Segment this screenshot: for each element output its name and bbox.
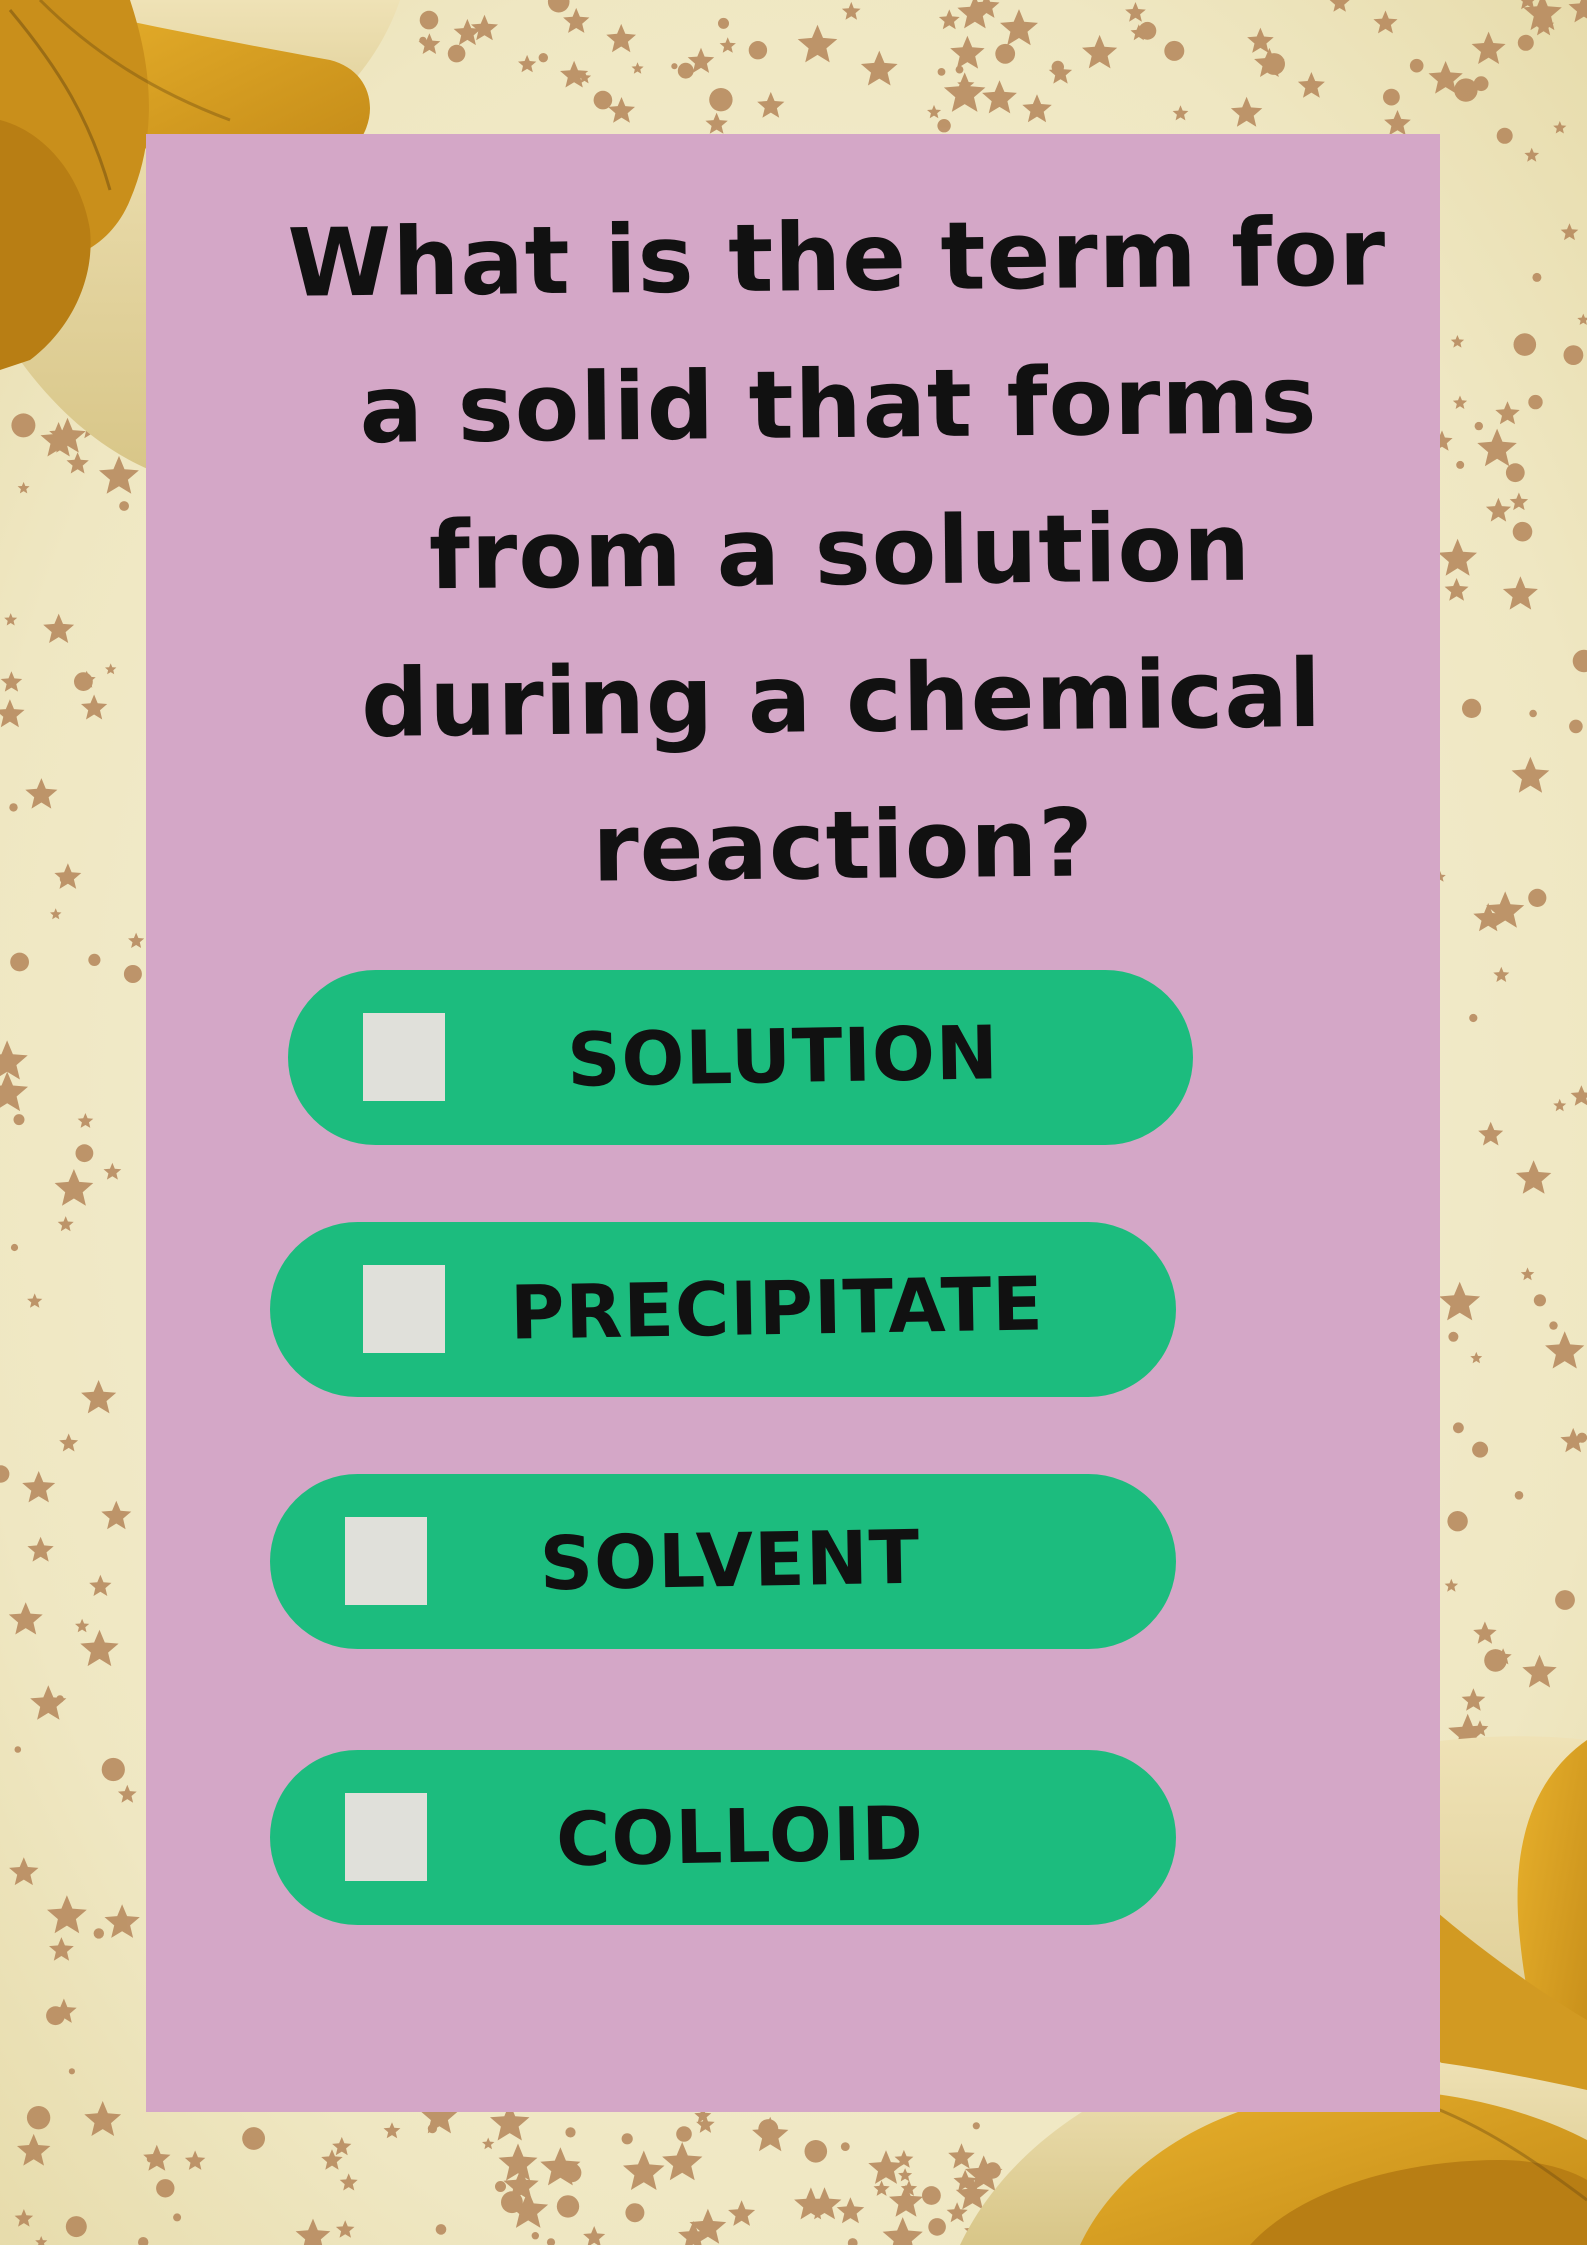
option-label: COLLOID (555, 1790, 925, 1884)
question-line: from a solution (428, 493, 1252, 612)
option-precipitate[interactable]: PRECIPITATE (270, 1222, 1176, 1397)
dot-icon (1383, 88, 1400, 106)
dot-icon (447, 44, 466, 63)
option-colloid[interactable]: COLLOID (270, 1750, 1176, 1925)
dot-icon (1456, 460, 1465, 469)
question-line: What is the term for (287, 198, 1387, 319)
dot-icon (748, 41, 768, 60)
question-line: during a chemical (360, 639, 1323, 760)
dot-icon (1533, 1294, 1546, 1307)
dot-icon (9, 803, 18, 812)
dot-icon (676, 2126, 692, 2142)
dot-icon (1512, 521, 1533, 542)
dot-icon (68, 2068, 75, 2075)
dot-icon (1051, 60, 1065, 74)
dot-icon (1448, 1331, 1459, 1342)
dot-icon (14, 1746, 22, 1753)
dot-icon (937, 119, 951, 133)
dot-icon (1555, 1590, 1575, 1610)
dot-icon (531, 2232, 539, 2240)
option-label: PRECIPITATE (509, 1261, 1045, 1357)
dot-icon (75, 1144, 94, 1163)
dot-icon (419, 10, 439, 30)
dot-icon (1549, 1321, 1558, 1330)
question-text: What is the term for a solid that forms … (251, 179, 1429, 926)
dot-icon (804, 2140, 828, 2163)
dot-icon (119, 501, 129, 511)
dot-icon (88, 953, 101, 967)
dot-icon (922, 2186, 941, 2205)
dot-icon (1528, 394, 1543, 410)
dot-icon (1263, 53, 1285, 75)
dot-icon (972, 2122, 980, 2130)
dot-icon (538, 53, 548, 63)
option-solvent[interactable]: SOLVENT (270, 1474, 1176, 1649)
dot-icon (621, 2133, 633, 2145)
dot-icon (495, 2181, 506, 2192)
option-label: SOLVENT (539, 1514, 921, 1608)
dot-icon (101, 1757, 125, 1782)
checkbox[interactable] (363, 1265, 445, 1353)
dot-icon (1528, 888, 1547, 908)
dot-icon (718, 17, 729, 29)
dot-icon (709, 88, 733, 112)
dot-icon (593, 90, 613, 110)
dot-icon (93, 1928, 105, 1939)
dot-icon (1513, 333, 1537, 356)
dot-icon (1409, 58, 1424, 73)
checkbox[interactable] (345, 1793, 427, 1881)
dot-icon (928, 2218, 946, 2236)
dot-icon (65, 2216, 87, 2238)
option-label: SOLUTION (566, 1010, 1000, 1104)
dot-icon (123, 965, 142, 983)
dot-icon (242, 2127, 265, 2150)
dot-icon (59, 873, 71, 884)
dot-icon (46, 2006, 65, 2026)
dot-icon (1529, 709, 1537, 718)
question-line: a solid that forms (358, 345, 1318, 466)
dot-icon (1514, 1491, 1524, 1500)
dot-icon (758, 2119, 779, 2140)
dot-icon (1447, 1511, 1468, 1532)
dot-icon (1505, 463, 1525, 483)
dot-icon (671, 63, 678, 70)
checkbox[interactable] (363, 1013, 445, 1101)
dot-icon (937, 68, 946, 76)
dot-icon (1474, 421, 1484, 431)
dot-icon (10, 1243, 19, 1252)
dot-icon (955, 65, 964, 74)
dot-icon (1472, 1441, 1489, 1458)
dot-icon (1462, 698, 1482, 719)
dot-icon (995, 43, 1016, 64)
dot-icon (26, 2106, 51, 2130)
dot-icon (1469, 1013, 1478, 1023)
dot-icon (10, 952, 29, 972)
dot-icon (13, 1114, 25, 1126)
question-line: reaction? (591, 789, 1095, 904)
dot-icon (625, 2203, 645, 2223)
dot-icon (11, 413, 36, 438)
dot-icon (1532, 272, 1542, 282)
dot-icon (677, 62, 694, 79)
dot-icon (1563, 345, 1584, 365)
dot-icon (1453, 1422, 1464, 1434)
dot-icon (556, 2195, 580, 2218)
dot-icon (435, 2224, 447, 2235)
checkbox[interactable] (345, 1517, 427, 1605)
dot-icon (1138, 21, 1157, 40)
dot-icon (1517, 34, 1534, 51)
option-solution[interactable]: SOLUTION (288, 970, 1193, 1145)
dot-icon (1569, 719, 1583, 734)
dot-icon (1496, 127, 1513, 144)
dot-icon (1473, 76, 1489, 92)
dot-icon (173, 2213, 182, 2222)
dot-icon (156, 2179, 175, 2198)
dot-icon (1164, 40, 1185, 61)
dot-icon (565, 2127, 576, 2138)
dot-icon (840, 2142, 850, 2152)
